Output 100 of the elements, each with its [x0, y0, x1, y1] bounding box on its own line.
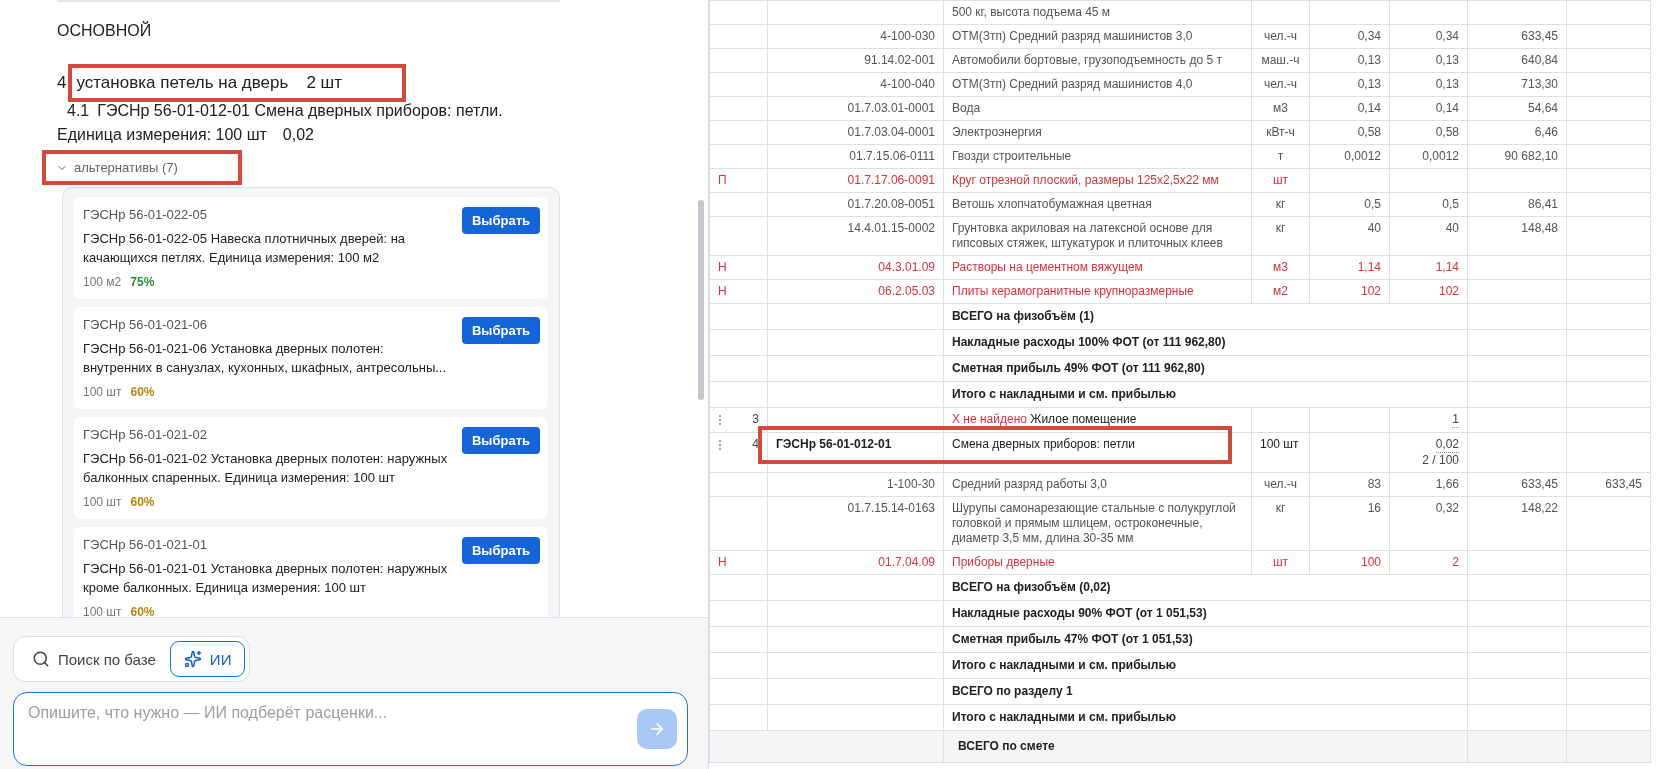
summary-label: ВСЕГО по разделу 1	[952, 684, 1073, 698]
table-cell: 0,5	[1442, 197, 1459, 211]
arrow-icon	[648, 720, 666, 738]
table-cell: кг	[1275, 197, 1286, 211]
table-cell: 0,14	[1357, 101, 1381, 115]
table-cell: ОТМ(Зтп) Средний разряд машинистов 4,0	[952, 77, 1193, 91]
table-cell: 06.2.05.03	[878, 284, 935, 298]
summary-label: Сметная прибыль 47% ФОТ (от 1 051,53)	[952, 632, 1193, 646]
table-cell: 0,34	[1435, 29, 1459, 43]
scrollbar-thumb[interactable]	[698, 200, 704, 400]
select-button[interactable]: Выбрать	[461, 537, 540, 564]
card-code: ГЭСНр 56-01-021-02	[83, 427, 209, 442]
summary-label: Сметная прибыль 49% ФОТ (от 111 962,80)	[952, 361, 1205, 375]
table-cell: 633,45	[1521, 477, 1558, 491]
table-cell: 04.3.01.09	[878, 260, 935, 274]
match-score: 60%	[130, 495, 155, 509]
table-cell: 0,13	[1357, 53, 1381, 67]
table-cell: маш.-ч	[1261, 53, 1300, 67]
table-cell: 0,58	[1357, 125, 1381, 139]
table-cell: 0,13	[1435, 77, 1459, 91]
not-found-status: Х не найдено	[952, 412, 1028, 426]
summary-label: ВСЕГО на физобъём (0,02)	[952, 580, 1111, 594]
table-cell: 102	[1438, 284, 1459, 298]
table-cell: 1,14	[1357, 260, 1381, 274]
item-quantity: 2 шт	[306, 73, 342, 93]
grand-total-label: ВСЕГО по смете	[958, 739, 1055, 753]
table-cell: 4-100-040	[880, 77, 935, 91]
table-cell: П	[718, 173, 727, 187]
unit-label: Единица измерения: 100 шт	[57, 126, 267, 144]
table-cell: 102	[1360, 284, 1381, 298]
table-cell: 14.4.01.15-0002	[847, 221, 935, 235]
table-cell: Растворы на цементном вяжущем	[952, 260, 1143, 274]
table-cell: Средний разряд работы 3,0	[952, 477, 1107, 491]
quantity-value[interactable]: 1	[1452, 412, 1459, 428]
card-description: ГЭСНр 56-01-021-06 Установка дверных полотен: внутренних в санузлах, кухонных, шкафных, антресольны...	[83, 340, 448, 377]
table-cell: ГЭСНр 56-01-012-01	[776, 437, 892, 451]
select-button[interactable]: Выбрать	[461, 427, 540, 454]
table-cell: 100 шт	[1260, 437, 1299, 451]
table-cell: 01.7.15.14-0163	[847, 501, 935, 515]
table-cell: Грунтовка акриловая на латексной основе для гипсовых стяжек, штукатурок и плиточных клеев	[952, 221, 1223, 250]
table-cell: 1,66	[1435, 477, 1459, 491]
send-button[interactable]	[637, 709, 677, 749]
alternatives-toggle[interactable]: альтернативы (7)	[56, 160, 178, 175]
select-button[interactable]: Выбрать	[461, 317, 540, 344]
summary-label: Итого с накладными и см. прибылью	[952, 710, 1177, 724]
card-unit: 100 шт	[83, 605, 122, 617]
table-cell: 6,46	[1534, 125, 1558, 139]
section-title: ОСНОВНОЙ	[57, 22, 153, 40]
drag-handle-icon[interactable]	[718, 413, 722, 426]
card-code: ГЭСНр 56-01-021-01	[83, 537, 209, 552]
summary-label: Накладные расходы 90% ФОТ (от 1 051,53)	[952, 606, 1207, 620]
table-cell: 1,14	[1435, 260, 1459, 274]
table-cell: Вода	[952, 101, 981, 115]
table-cell: 640,84	[1521, 53, 1558, 67]
summary-label: Накладные расходы 100% ФОТ (от 111 962,80)	[952, 335, 1226, 349]
table-cell: 633,45	[1605, 477, 1642, 491]
match-score: 60%	[130, 605, 155, 617]
summary-label: Итого с накладными и см. прибылью	[952, 658, 1177, 672]
match-text: ГЭСНр 56-01-012-01 Смена дверных приборов: петли.	[97, 102, 503, 120]
table-cell: 100	[1360, 555, 1381, 569]
table-cell: 1-100-30	[886, 477, 935, 491]
table-cell: 4-100-030	[880, 29, 935, 43]
table-cell: 0,32	[1435, 501, 1459, 515]
item-title: установка петель на дверь	[76, 73, 289, 93]
table-cell: м3	[1273, 260, 1288, 274]
table-cell: 01.7.15.06-0111	[849, 149, 935, 163]
table-cell: 54,64	[1527, 101, 1558, 115]
table-cell: 0,58	[1435, 125, 1459, 139]
table-cell: Жилое помещение	[1030, 412, 1137, 426]
table-cell: Н	[718, 284, 727, 298]
card-unit: 100 м2	[83, 275, 122, 289]
card-code: ГЭСНр 56-01-022-05	[83, 207, 209, 222]
table-cell: Плиты керамогранитные крупноразмерные	[952, 284, 1194, 298]
table-cell: 500 кг, высота подъема 45 м	[952, 5, 1111, 19]
table-cell: 01.7.17.06-0091	[847, 173, 935, 187]
match-score: 75%	[130, 275, 155, 289]
table-cell: 0,34	[1357, 29, 1381, 43]
table-cell: 2	[1452, 555, 1459, 569]
table-cell: 0,5	[1364, 197, 1381, 211]
table-cell: 91.14.02-001	[864, 53, 935, 67]
table-cell: м2	[1273, 284, 1288, 298]
table-cell: 0,0012	[1422, 149, 1459, 163]
mode-tab[interactable]: ИИ	[169, 641, 246, 677]
row-number: 4	[752, 437, 759, 452]
select-button[interactable]: Выбрать	[461, 207, 540, 234]
unit-value: 0,02	[282, 126, 314, 144]
table-cell: т	[1277, 149, 1284, 163]
table-cell: м3	[1273, 101, 1288, 115]
drag-handle-icon[interactable]	[718, 438, 722, 451]
table-cell: кг	[1275, 221, 1286, 235]
summary-label: ВСЕГО на физобъём (1)	[952, 309, 1094, 323]
card-code: ГЭСНр 56-01-021-06	[83, 317, 209, 332]
table-cell: чел.-ч	[1263, 77, 1298, 91]
table-cell: ОТМ(Зтп) Средний разряд машинистов 3,0	[952, 29, 1193, 43]
table-cell: кг	[1275, 501, 1286, 515]
summary-label: Итого с накладными и см. прибылью	[952, 387, 1177, 401]
table-cell: 01.7.04.09	[878, 555, 935, 569]
table-cell: 86,41	[1527, 197, 1558, 211]
item-number: 4	[57, 73, 67, 93]
quantity-value[interactable]: 0,02	[1435, 437, 1459, 453]
